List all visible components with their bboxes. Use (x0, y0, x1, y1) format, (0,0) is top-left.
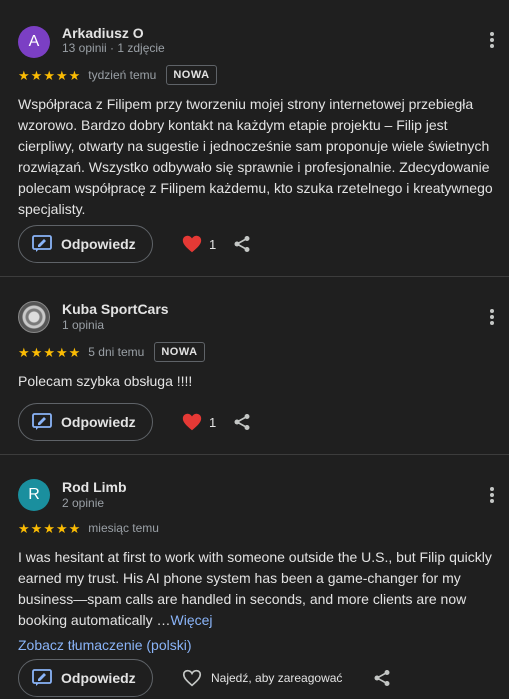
review-text-content: I was hesitant at first to work with som… (18, 549, 492, 628)
reply-label: Odpowiedz (61, 236, 136, 252)
star-icon: ★ (30, 344, 43, 360)
more-link[interactable]: Więcej (171, 612, 213, 628)
reviewer-meta: 1 opinia (62, 318, 105, 332)
review-text: Polecam szybka obsługa !!!! (18, 373, 193, 389)
star-rating: ★ ★ ★ ★ ★ (18, 69, 80, 82)
review-date: 5 dni temu (88, 345, 145, 359)
review-card: A Arkadiusz O 13 opinii · 1 zdjęcie ★ ★ … (0, 0, 509, 277)
translate-link[interactable]: Zobacz tłumaczenie (polski) (18, 637, 192, 653)
new-badge: NOWA (154, 342, 205, 362)
more-vert-icon[interactable] (484, 485, 500, 505)
avatar[interactable]: A (18, 26, 50, 58)
reaction-count: 1 (209, 237, 217, 252)
reviewer-name[interactable]: Kuba SportCars (62, 301, 169, 317)
reaction-count: 1 (209, 415, 217, 430)
reply-icon (32, 669, 52, 686)
heart-outline-icon[interactable] (181, 667, 203, 689)
star-icon: ★ (68, 520, 81, 536)
share-icon[interactable] (373, 669, 391, 687)
reply-icon (32, 235, 52, 252)
reply-button[interactable]: Odpowiedz (18, 225, 153, 263)
reply-icon (32, 413, 52, 430)
star-icon: ★ (43, 67, 55, 83)
star-icon: ★ (30, 67, 43, 83)
star-icon: ★ (18, 344, 30, 360)
heart-icon[interactable] (181, 233, 203, 255)
star-icon: ★ (43, 520, 55, 536)
review-card: Kuba SportCars 1 opinia ★ ★ ★ ★ ★ 5 dni … (0, 277, 509, 455)
star-icon: ★ (18, 67, 30, 83)
star-icon: ★ (30, 520, 43, 536)
more-vert-icon[interactable] (484, 307, 500, 327)
star-rating: ★ ★ ★ ★ ★ (18, 522, 80, 535)
heart-icon[interactable] (181, 411, 203, 433)
star-icon: ★ (43, 344, 55, 360)
review-card: R Rod Limb 2 opinie ★ ★ ★ ★ ★ miesiąc te… (0, 455, 509, 699)
rating-row: ★ ★ ★ ★ ★ 5 dni temu NOWA (18, 342, 205, 362)
reply-button[interactable]: Odpowiedz (18, 659, 153, 697)
reply-label: Odpowiedz (61, 414, 136, 430)
star-icon: ★ (55, 67, 68, 83)
react-hint: Najedź, aby zareagować (211, 671, 343, 685)
share-icon[interactable] (233, 235, 251, 253)
rating-row: ★ ★ ★ ★ ★ tydzień temu NOWA (18, 65, 217, 85)
review-text: I was hesitant at first to work with som… (18, 547, 500, 631)
rating-row: ★ ★ ★ ★ ★ miesiąc temu (18, 518, 159, 538)
review-date: tydzień temu (88, 68, 157, 82)
avatar[interactable] (18, 301, 50, 333)
star-icon: ★ (55, 520, 68, 536)
star-rating: ★ ★ ★ ★ ★ (18, 346, 80, 359)
review-text: Współpraca z Filipem przy tworzeniu moje… (18, 96, 493, 217)
share-icon[interactable] (233, 413, 251, 431)
star-icon: ★ (18, 520, 30, 536)
star-icon: ★ (55, 344, 68, 360)
avatar[interactable]: R (18, 479, 50, 511)
more-vert-icon[interactable] (484, 30, 500, 50)
reply-label: Odpowiedz (61, 670, 136, 686)
reply-button[interactable]: Odpowiedz (18, 403, 153, 441)
reviewer-meta: 13 opinii · 1 zdjęcie (62, 41, 165, 55)
new-badge: NOWA (166, 65, 217, 85)
star-icon: ★ (68, 344, 81, 360)
reviewer-name[interactable]: Rod Limb (62, 479, 127, 495)
review-date: miesiąc temu (88, 521, 159, 535)
reviewer-meta: 2 opinie (62, 496, 105, 510)
star-icon: ★ (68, 67, 81, 83)
reviewer-name[interactable]: Arkadiusz O (62, 25, 144, 41)
